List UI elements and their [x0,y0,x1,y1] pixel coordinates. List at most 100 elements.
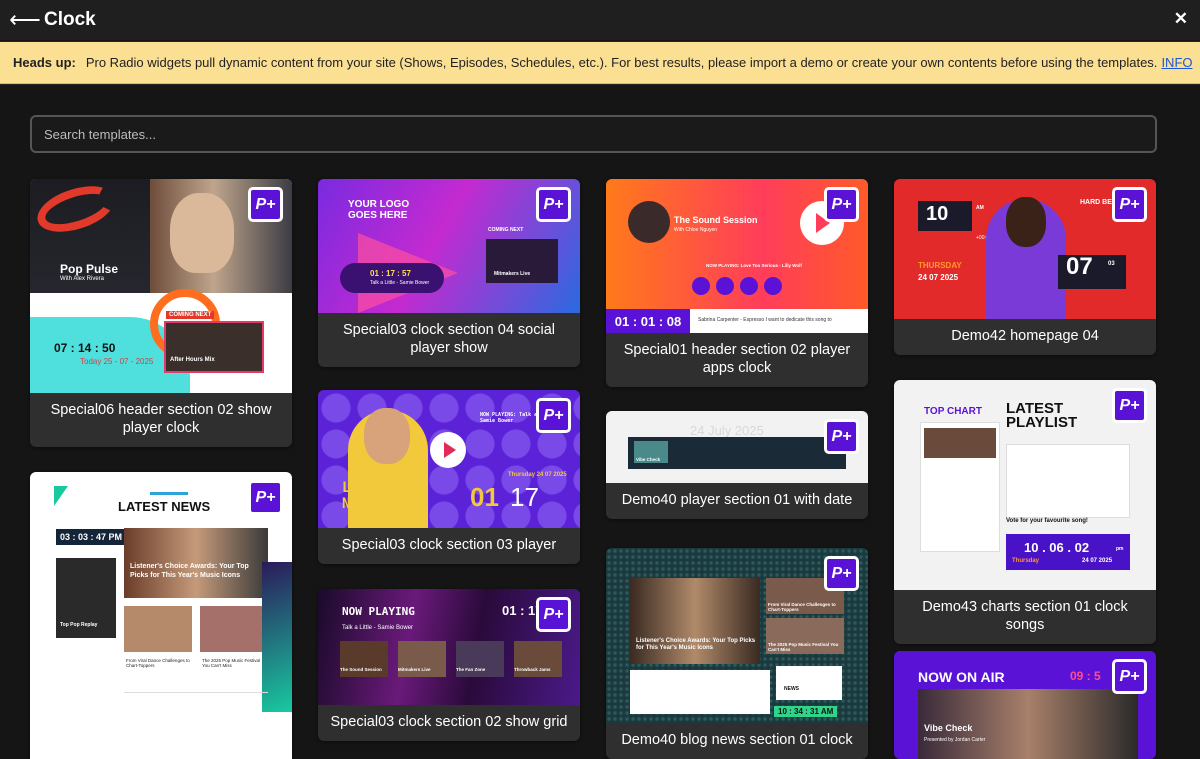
vote-label: Vote for your favourite song! [1006,518,1088,524]
clock-display: 09 : 5 [1070,669,1101,683]
pro-badge: P+ [536,187,571,222]
now-word: NOW [342,496,368,512]
pro-badge: P+ [1112,659,1147,694]
side-headline: From Viral Dance Challenges to Chart-Top… [768,602,836,612]
template-name: Demo42 homepage 04 [951,328,1099,344]
template-card[interactable]: NOW ON AIR 09 : 5 Vibe Check Presented b… [894,651,1156,759]
template-name: Special03 clock section 04 social player… [343,322,555,356]
template-thumbnail: Listener's Choice Awards: Your Top Picks… [606,548,868,723]
clock-hours: 01 [470,482,499,512]
grid-show: Mitmakers Live [398,667,431,672]
template-thumbnail: YOUR LOGO GOES HERE 01 : 17 : 57 Talk a … [318,179,580,313]
news-small-2: The 2025 Pop Music Festival You Can't Mi… [202,658,261,668]
show-title: Pop Pulse [60,262,119,276]
template-name: Special01 header section 02 player apps … [623,342,851,376]
template-card[interactable]: NOW PLAYING Talk a Little - Samie Bower … [318,589,580,741]
clock-day: THURSDAY [918,261,962,270]
grid-show: The Fan Zone [456,667,486,672]
page-title: Clock [44,9,96,30]
close-icon[interactable]: ✕ [1174,9,1188,29]
show-title: Vibe Check [636,457,661,462]
pro-badge: P+ [248,187,283,222]
clock-date: 24 07 2025 [918,273,959,282]
template-thumbnail: LATEST NEWS 03 : 03 : 47 PM Top Pop Repl… [30,472,292,759]
template-name: Demo43 charts section 01 clock songs [922,599,1128,633]
pro-badge: P+ [1112,187,1147,222]
clock-minutes: 17 [510,482,539,512]
next-show: After Hours Mix [170,357,215,363]
logo-placeholder: YOUR LOGO GOES HERE [348,199,410,221]
clock-display: 01 : 17 : 57 [370,269,411,278]
clock-display: 03 : 03 : 47 PM [56,529,127,545]
template-name: Special03 clock section 02 show grid [330,714,568,730]
show-host: Presented by Jordan Carter [924,737,986,743]
show-title: Vibe Check [924,723,973,733]
template-card[interactable]: Pop Pulse With Alex Rivera 07 : 14 : 50 … [30,179,292,447]
clock-display: 07 : 14 : 50 [54,341,116,355]
clock-day: Thursday [1012,558,1040,564]
now-playing: NOW PLAYING: Love Too Serious - Lilly Wo… [706,263,802,268]
news-logo: NEWS [784,686,799,692]
news-heading: LATEST NEWS [118,499,211,514]
pro-badge: P+ [1112,388,1147,423]
side-headline: The 2025 Pop Music Festival You Can't Mi… [768,642,839,652]
chart-title: TOP CHART [924,406,982,417]
template-card[interactable]: LATEST NEWS 03 : 03 : 47 PM Top Pop Repl… [30,472,292,759]
template-thumbnail: Pop Pulse With Alex Rivera 07 : 14 : 50 … [30,179,292,393]
pro-badge: P+ [824,187,859,222]
clock-date: Today 25 - 07 - 2025 [80,357,154,366]
pro-badge: P+ [536,597,571,632]
template-card[interactable]: 10 AM +00:00 THURSDAY 24 07 2025 07 03 H… [894,179,1156,355]
next-label: COMING NEXT [488,227,524,233]
template-card[interactable]: LISTEN NOW NOW PLAYING: Talk a Little - … [318,390,580,564]
show-host: With Alex Rivera [60,276,105,282]
side-show: Top Pop Replay [60,622,98,628]
clock-date: 24 07 2025 [1082,558,1113,564]
template-name: Demo40 player section 01 with date [621,492,853,508]
news-small-1: From Viral Dance Challenges to Chart-Top… [126,658,190,668]
template-thumbnail: NOW ON AIR 09 : 5 Vibe Check Presented b… [894,651,1156,759]
pro-badge: P+ [824,419,859,454]
search-input[interactable] [30,115,1157,153]
template-thumbnail: NOW PLAYING Talk a Little - Samie Bower … [318,589,580,705]
top-bar: ⟵ Clock ✕ [0,0,1200,41]
clock-seconds: 03 [1108,261,1115,267]
template-thumbnail: 10 AM +00:00 THURSDAY 24 07 2025 07 03 H… [894,179,1156,319]
clock-display: 10 . 06 . 02 [1024,540,1090,555]
template-card[interactable]: TOP CHART LATEST PLAYLIST Vote for your … [894,380,1156,644]
clock-hours: 10 [926,203,949,225]
pro-badge: P+ [248,480,283,515]
arrow-left-icon[interactable]: ⟵ [9,5,41,35]
playlist-title: LATEST PLAYLIST [1006,400,1078,431]
template-name: Demo40 blog news section 01 clock [621,732,853,748]
clock-display: 10 : 34 : 31 AM [774,706,838,717]
show-title: The Sound Session [674,215,758,225]
template-card[interactable]: 24 July 2025 Vibe Check P+ Demo40 player… [606,411,868,519]
notice-label: Heads up: [13,55,76,70]
grid-show: Throwback Jams [514,667,551,672]
template-thumbnail: 24 July 2025 Vibe Check P+ [606,411,868,483]
notice-text: Pro Radio widgets pull dynamic content f… [85,55,1158,70]
clock-ampm: pm [1116,546,1124,552]
template-card[interactable]: Listener's Choice Awards: Your Top Picks… [606,548,868,759]
track-title: Talk a Little - Samie Bower [342,625,414,631]
listen-word: LISTEN [342,480,393,496]
feature-headline: Listener's Choice Awards: Your Top Picks… [130,563,249,579]
now-playing: NOW PLAYING [342,605,415,618]
template-name: Special06 header section 02 show player … [50,402,272,436]
info-link[interactable]: INFO [1161,55,1192,70]
template-card[interactable]: The Sound Session With Chloe Nguyen NOW … [606,179,868,387]
next-label: COMING NEXT [166,311,215,319]
clock-minutes: 07 [1066,253,1093,280]
clock-date: Thursday 24 07 2025 [508,472,567,478]
show-host: With Chloe Nguyen [674,227,718,233]
template-gallery: Pop Pulse With Alex Rivera 07 : 14 : 50 … [0,85,1200,759]
template-thumbnail: The Sound Session With Chloe Nguyen NOW … [606,179,868,333]
ticker: Sabrina Carpenter - Espresso I want to d… [698,317,832,323]
template-card[interactable]: YOUR LOGO GOES HERE 01 : 17 : 57 Talk a … [318,179,580,367]
heads-up-notice: Heads up: Pro Radio widgets pull dynamic… [0,42,1200,84]
template-thumbnail: LISTEN NOW NOW PLAYING: Talk a Little - … [318,390,580,528]
date-display: 24 July 2025 [690,423,764,438]
pro-badge: P+ [824,556,859,591]
clock-ampm: AM [976,205,984,211]
